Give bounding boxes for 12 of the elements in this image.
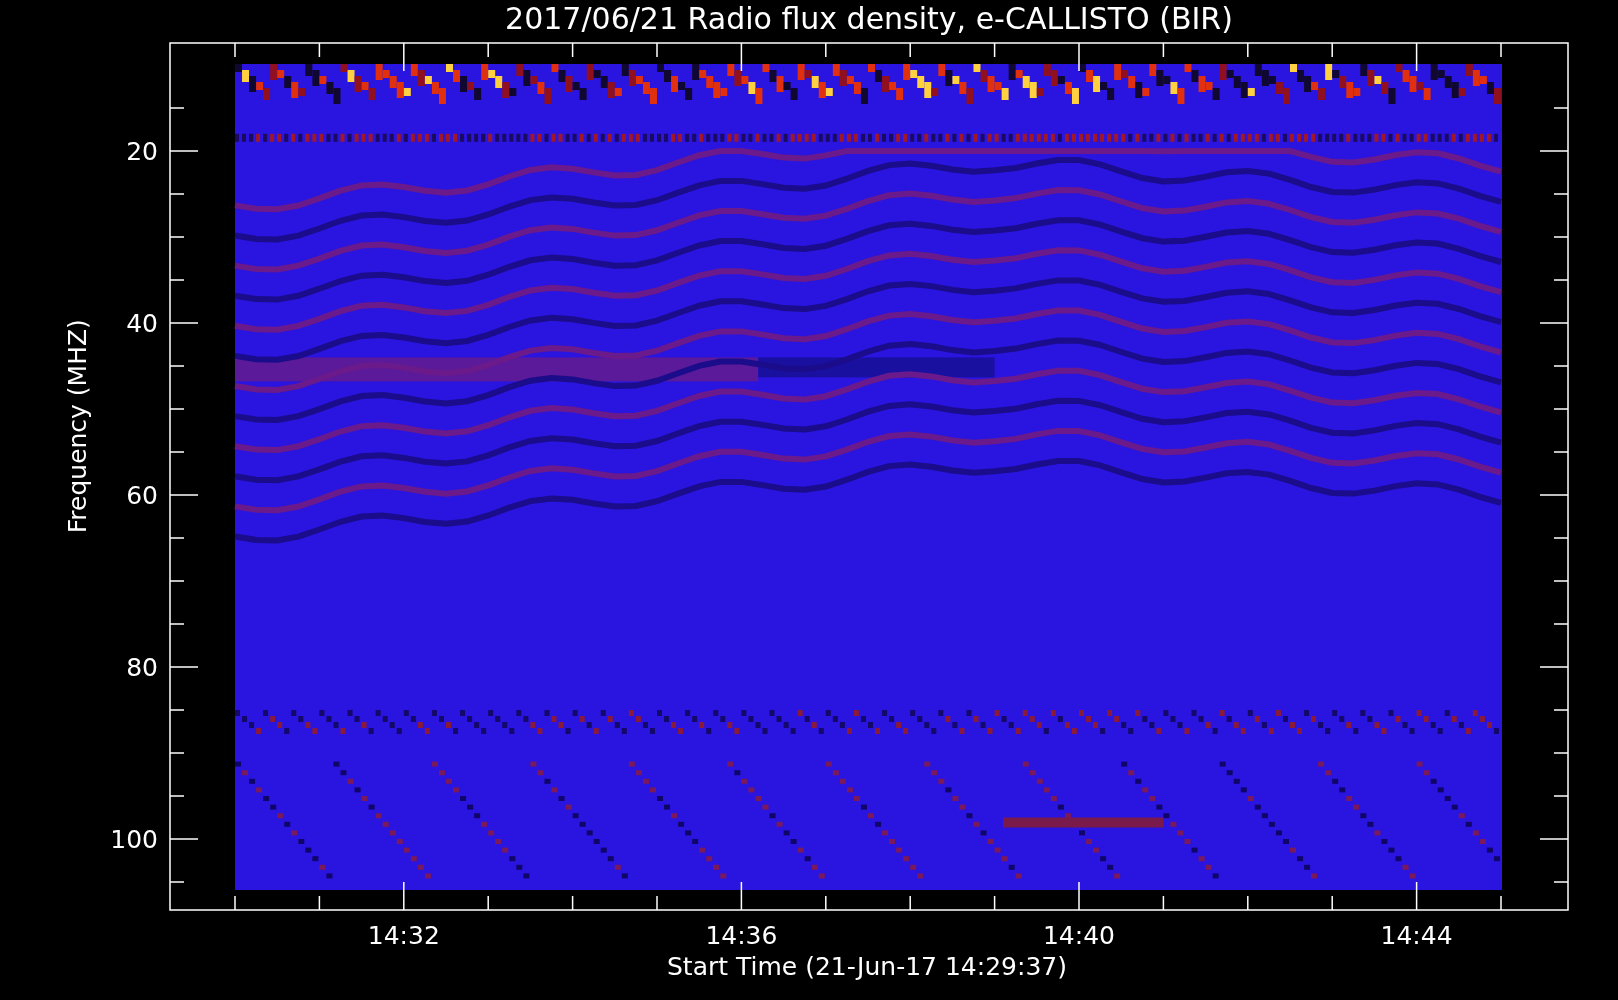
y-tick-label: 40 (126, 309, 158, 338)
y-tick-label: 80 (126, 653, 158, 682)
x-tick-label: 14:32 (367, 921, 440, 950)
y-tick-label: 20 (126, 137, 158, 166)
x-axis-label: Start Time (21-Jun-17 14:29:37) (667, 952, 1067, 981)
chart-title: 2017/06/21 Radio flux density, e-CALLISTO (BIR) (505, 0, 1233, 38)
x-tick-label: 14:36 (705, 921, 778, 950)
y-axis-label: Frequency (MHZ) (63, 319, 92, 534)
y-tick-label: 60 (126, 481, 158, 510)
y-tick-label: 100 (110, 825, 158, 854)
x-tick-label: 14:40 (1043, 921, 1115, 950)
x-tick-label: 14:44 (1380, 921, 1453, 950)
